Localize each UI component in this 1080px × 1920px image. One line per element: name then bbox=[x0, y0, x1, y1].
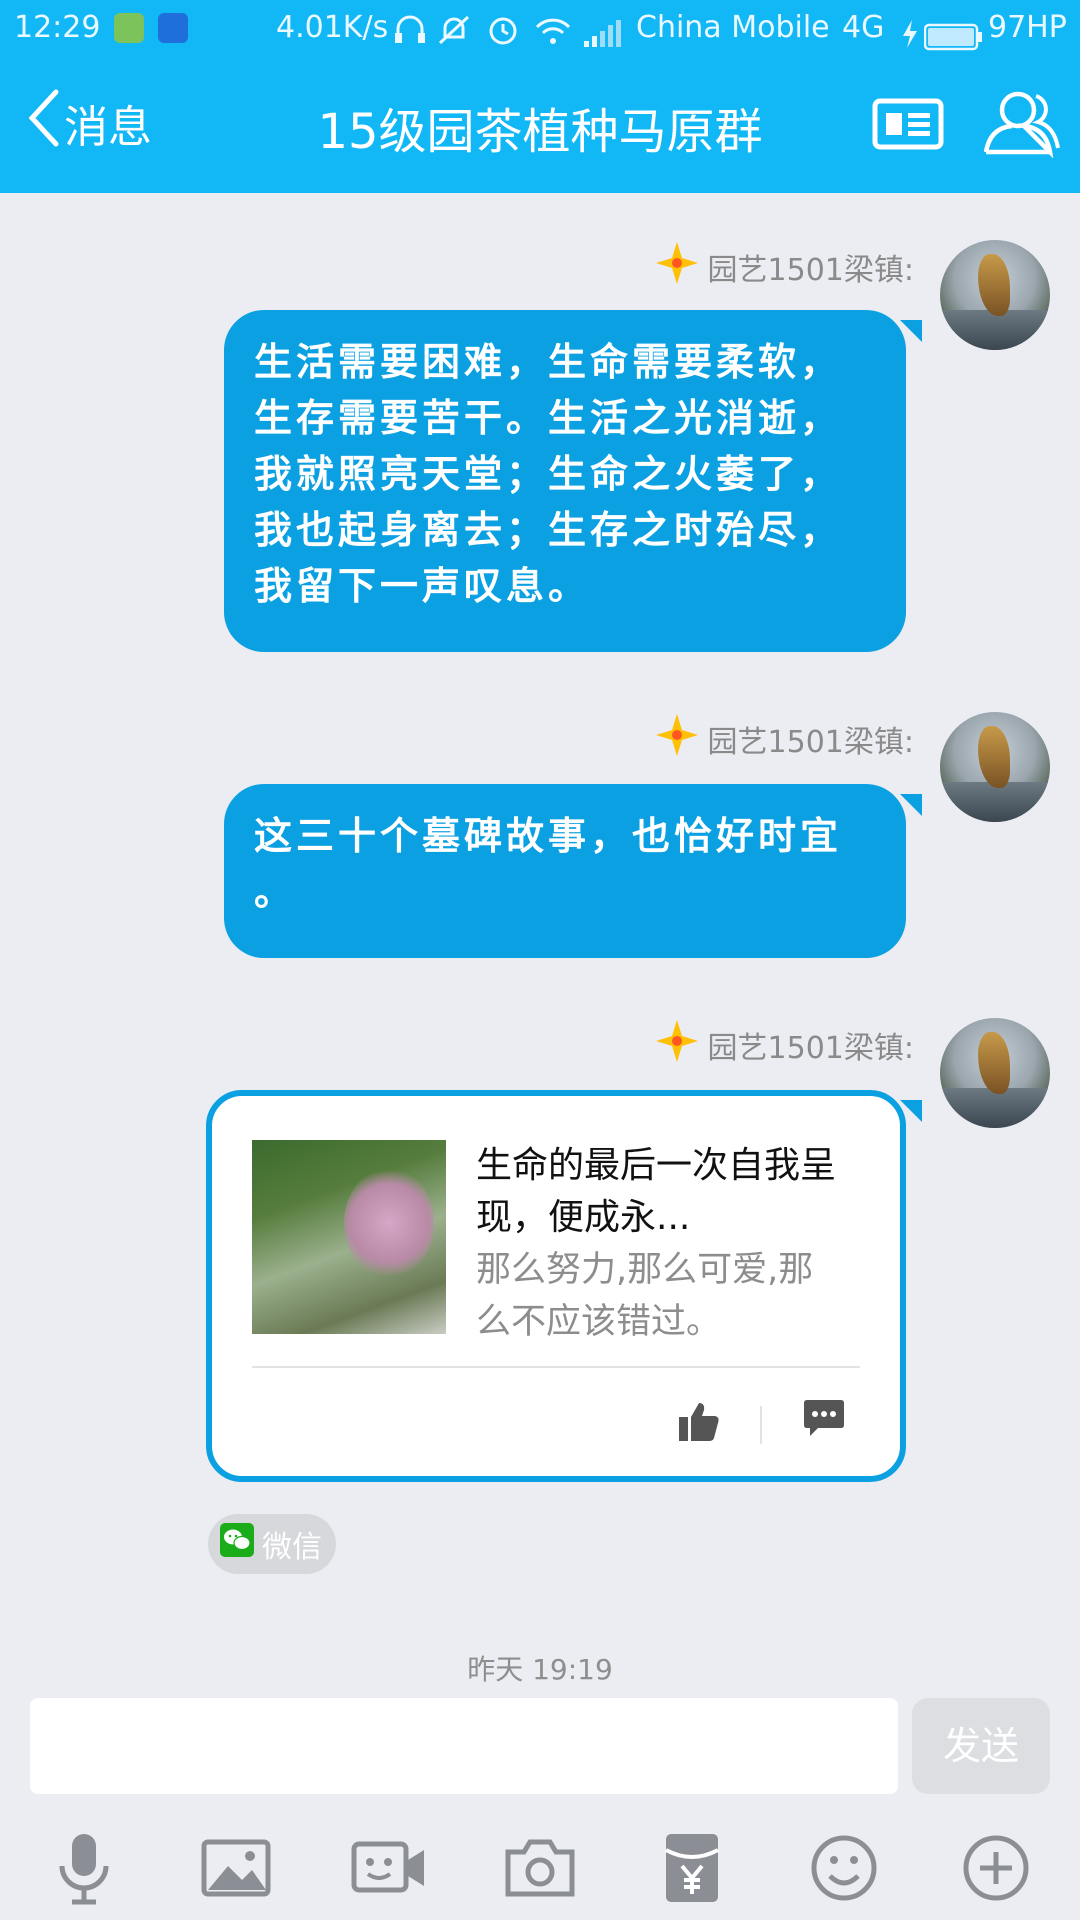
charging-icon bbox=[900, 12, 920, 67]
wifi-icon bbox=[534, 10, 572, 65]
status-bar: 12:29 4.01K/s China Mobile 4G 97HP bbox=[0, 0, 1080, 55]
image-icon[interactable] bbox=[196, 1828, 276, 1908]
group-profile-card-icon[interactable] bbox=[872, 98, 944, 154]
battery-icon bbox=[923, 14, 984, 69]
card-divider bbox=[252, 1366, 860, 1368]
message-bubble[interactable]: 生活需要困难，生命需要柔软， 生存需要苦干。生活之光消逝， 我就照亮天堂；生命之… bbox=[224, 310, 906, 652]
network-speed: 4.01K/s bbox=[276, 10, 389, 45]
sender-avatar[interactable] bbox=[940, 712, 1050, 822]
qq-browser-icon bbox=[158, 12, 189, 43]
status-time: 12:29 bbox=[14, 10, 101, 45]
headset-icon bbox=[392, 10, 428, 65]
message-line: 生存需要苦干。生活之光消逝， bbox=[254, 395, 843, 440]
red-packet-icon[interactable] bbox=[652, 1828, 732, 1908]
card-vertical-divider bbox=[760, 1406, 762, 1444]
camera-icon[interactable] bbox=[500, 1828, 580, 1908]
mute-bell-icon bbox=[436, 10, 472, 65]
sender-avatar[interactable] bbox=[940, 1018, 1050, 1128]
sender-avatar[interactable] bbox=[940, 240, 1050, 350]
article-thumbnail bbox=[252, 1140, 446, 1334]
shared-article-card[interactable]: 生命的最后一次自我呈 现，便成永... 那么努力,那么可爱,那 么不应该错过。 bbox=[206, 1090, 906, 1482]
message-bubble[interactable]: 这三十个墓碑故事，也恰好时宜 。 bbox=[224, 784, 906, 958]
source-label: 微信 bbox=[262, 1530, 322, 1565]
sender-name: 园艺1501梁镇: bbox=[654, 712, 914, 766]
wechat-icon bbox=[220, 1523, 254, 1565]
group-members-icon[interactable] bbox=[982, 86, 1060, 162]
emoji-icon[interactable] bbox=[804, 1828, 884, 1908]
sparkle-badge-icon bbox=[654, 240, 700, 294]
source-badge[interactable]: 微信 bbox=[208, 1514, 336, 1574]
sparkle-badge-icon bbox=[654, 712, 700, 766]
timestamp: 昨天 19:19 bbox=[467, 1653, 613, 1686]
bubble-tail bbox=[900, 320, 922, 342]
thumbs-up-icon[interactable] bbox=[677, 1401, 721, 1447]
message-line: 我也起身离去；生存之时殆尽， bbox=[254, 507, 843, 552]
carrier-name: China Mobile bbox=[636, 10, 830, 45]
send-button[interactable]: 发送 bbox=[912, 1698, 1050, 1794]
message-line: 。 bbox=[254, 869, 297, 914]
microphone-icon[interactable] bbox=[44, 1828, 124, 1908]
signal-icon bbox=[582, 12, 622, 67]
alarm-icon bbox=[486, 10, 520, 65]
sparkle-badge-icon bbox=[654, 1018, 700, 1072]
message-line: 这三十个墓碑故事，也恰好时宜 bbox=[254, 813, 843, 858]
message-line: 我留下一声叹息。 bbox=[254, 563, 591, 608]
sender-name: 园艺1501梁镇: bbox=[654, 240, 914, 294]
input-toolbar bbox=[0, 1820, 1080, 1910]
chat-header: 12:29 4.01K/s China Mobile 4G 97HP 消息 15… bbox=[0, 0, 1080, 193]
video-call-icon[interactable] bbox=[348, 1828, 428, 1908]
battery-app-icon bbox=[114, 12, 145, 43]
bubble-tail bbox=[900, 794, 922, 816]
network-type: 4G bbox=[842, 10, 885, 45]
battery-level: 97HP bbox=[988, 10, 1067, 45]
sender-name: 园艺1501梁镇: bbox=[654, 1018, 914, 1072]
message-line: 生活需要困难，生命需要柔软， bbox=[254, 339, 843, 384]
message-line: 我就照亮天堂；生命之火萎了， bbox=[254, 451, 843, 496]
plus-icon[interactable] bbox=[956, 1828, 1036, 1908]
message-input[interactable] bbox=[30, 1698, 898, 1794]
article-description: 那么努力,那么可爱,那 么不应该错过。 bbox=[476, 1250, 814, 1342]
article-title: 生命的最后一次自我呈 现，便成永... bbox=[476, 1145, 837, 1238]
comment-icon[interactable] bbox=[802, 1399, 846, 1443]
